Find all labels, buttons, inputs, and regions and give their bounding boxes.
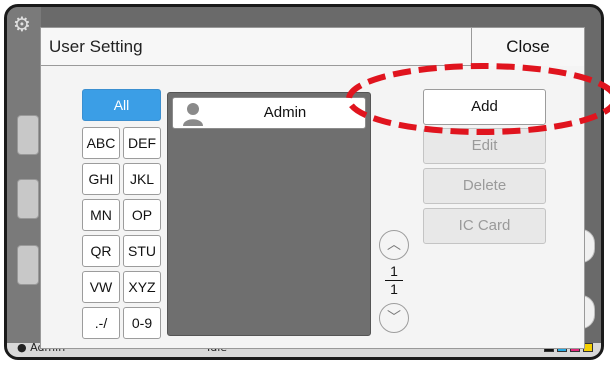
page-down-button[interactable]: ﹀: [379, 303, 409, 333]
page-total: 1: [390, 281, 398, 297]
chevron-down-icon: ﹀: [387, 310, 401, 326]
device-screen-frame: ⚙ ● Admin Idle User Setting Close All AB…: [4, 4, 604, 360]
filter-stu-button[interactable]: STU: [123, 235, 161, 267]
background-button: [17, 115, 39, 155]
filter-jkl-button[interactable]: JKL: [123, 163, 161, 195]
dialog-header: User Setting Close: [41, 28, 584, 66]
filter-vw-button[interactable]: VW: [82, 271, 120, 303]
ic-card-button[interactable]: IC Card: [423, 208, 546, 244]
page-current: 1: [390, 263, 398, 279]
gear-icon: ⚙: [13, 12, 31, 36]
add-button[interactable]: Add: [423, 89, 546, 125]
delete-button[interactable]: Delete: [423, 168, 546, 204]
filter-def-button[interactable]: DEF: [123, 127, 161, 159]
user-list: Admin: [167, 92, 371, 336]
close-button[interactable]: Close: [471, 28, 584, 66]
filter-qr-button[interactable]: QR: [82, 235, 120, 267]
filter-xyz-button[interactable]: XYZ: [123, 271, 161, 303]
page-up-button[interactable]: ︿: [379, 230, 409, 260]
person-icon: [183, 103, 203, 126]
edit-button[interactable]: Edit: [423, 128, 546, 164]
background-button: [17, 179, 39, 219]
chevron-up-icon: ︿: [387, 237, 401, 253]
filter-numbers-button[interactable]: 0-9: [123, 307, 161, 339]
dialog-title: User Setting: [49, 37, 143, 56]
filter-ghi-button[interactable]: GHI: [82, 163, 120, 195]
background-button: [17, 245, 39, 285]
user-setting-dialog: User Setting Close All ABC DEF GHI JKL M…: [40, 27, 585, 349]
user-list-item[interactable]: Admin: [172, 97, 366, 129]
filter-abc-button[interactable]: ABC: [82, 127, 120, 159]
filter-op-button[interactable]: OP: [123, 199, 161, 231]
user-list-item-name: Admin: [263, 104, 307, 121]
person-icon: ●: [17, 341, 27, 354]
filter-symbols-button[interactable]: .-/: [82, 307, 120, 339]
filter-mn-button[interactable]: MN: [82, 199, 120, 231]
filter-all-button[interactable]: All: [82, 89, 161, 121]
